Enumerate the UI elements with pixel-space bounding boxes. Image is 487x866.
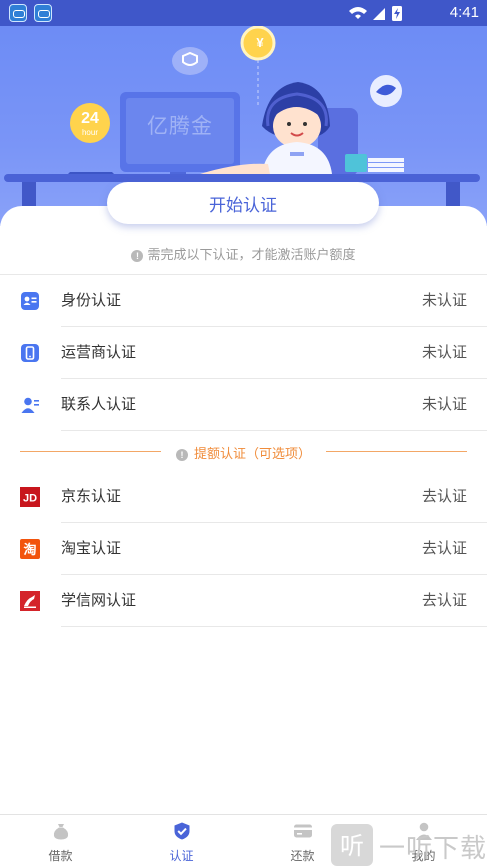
monitor-brand-text: 亿腾金: [147, 115, 213, 138]
status-text: 去认证: [421, 488, 467, 505]
status-icons: [349, 6, 402, 21]
jd-icon: JD: [20, 487, 40, 507]
list-item-xuexin[interactable]: 学信网认证 去认证: [0, 575, 487, 627]
status-text: 未认证: [421, 344, 467, 361]
status-text: 去认证: [421, 540, 467, 557]
wifi-icon: [349, 7, 367, 14]
clock: 4:41: [449, 4, 479, 21]
svg-text:淘: 淘: [23, 542, 36, 558]
notice-text: ! 需完成以下认证，才能激活账户额度: [0, 244, 487, 263]
24-hour-badge: 24 hour: [81, 110, 99, 137]
list-item-taobao[interactable]: 淘 淘宝认证 去认证: [0, 523, 487, 575]
shield-check-icon: [174, 822, 189, 840]
app-notification-icon: [34, 4, 52, 22]
signal-icon: [373, 8, 385, 20]
optional-section-label: 提额认证（可选项）: [193, 446, 311, 461]
start-verification-button[interactable]: 开始认证: [107, 182, 379, 224]
coin-icon: ¥: [256, 35, 264, 50]
contact-icon: [21, 397, 39, 413]
optional-section-divider: ! 提额认证（可选项）: [20, 440, 467, 464]
app-notification-icon: [9, 4, 27, 22]
taobao-icon: 淘: [20, 539, 40, 559]
watermark-text: 一听下载: [379, 833, 487, 863]
list-item-carrier[interactable]: 运营商认证 未认证: [0, 327, 487, 379]
list-item-contacts[interactable]: 联系人认证 未认证: [0, 379, 487, 431]
svg-text:JD: JD: [23, 493, 37, 505]
status-text: 去认证: [421, 592, 467, 609]
phone-icon: [21, 344, 39, 362]
list-item-jd[interactable]: JD 京东认证 去认证: [0, 471, 487, 523]
status-bar: 4:41: [0, 0, 487, 26]
status-text: 未认证: [421, 396, 467, 413]
list-item-identity[interactable]: 身份认证 未认证: [0, 275, 487, 327]
watermark: 听 一听下载: [331, 824, 487, 866]
xuexin-icon: [20, 591, 40, 611]
info-icon: !: [131, 250, 144, 262]
watermark-logo: 听: [331, 824, 373, 866]
id-card-icon: [21, 292, 39, 310]
money-bag-icon: [53, 824, 68, 840]
status-text: 未认证: [421, 292, 467, 309]
tab-borrow[interactable]: 借款: [0, 815, 121, 866]
tab-verify[interactable]: 认证: [121, 815, 242, 866]
info-icon: !: [175, 449, 188, 461]
svg-text:听: 听: [340, 832, 364, 860]
card-icon: [293, 824, 312, 838]
